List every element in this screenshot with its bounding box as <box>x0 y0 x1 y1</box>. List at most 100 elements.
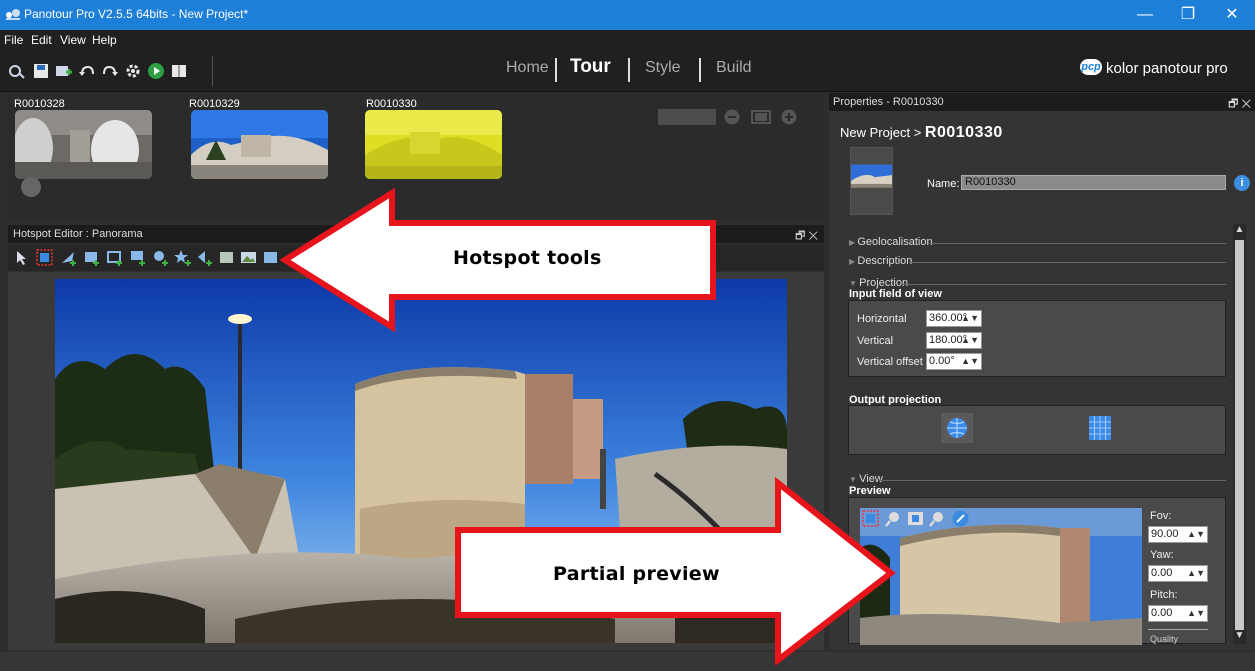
spherical-projection-icon[interactable] <box>941 413 973 443</box>
compass-icon[interactable] <box>952 510 969 527</box>
find-field[interactable] <box>658 109 716 125</box>
panel-controls[interactable]: 🗗 ✕ <box>1228 95 1251 114</box>
properties-scrollbar[interactable]: ▲ ▼ <box>1233 224 1246 644</box>
title-bar: Panotour Pro V2.5.5 64bits - New Project… <box>0 0 1255 30</box>
properties-header: Properties - R0010330 🗗 ✕ <box>829 93 1255 111</box>
image-tool-icon[interactable] <box>240 249 257 266</box>
brand-logo: pcp <box>1080 59 1102 75</box>
play-icon[interactable] <box>147 62 165 80</box>
image-hotspot-icon[interactable] <box>83 249 100 266</box>
close-button[interactable]: ✕ <box>1212 2 1252 28</box>
more-tool-icon[interactable] <box>262 249 279 266</box>
input-fov-box: Horizontal 360.00° ▲▼ Vertical 180.00° ▲▼ … <box>848 300 1226 377</box>
panel-controls[interactable]: 🗗 ✕ <box>795 227 818 246</box>
fov-value: 90.00 <box>1151 528 1179 540</box>
nav-tour[interactable]: Tour <box>570 56 611 78</box>
yaw-value: 0.00 <box>1151 567 1173 579</box>
input-fov-heading: Input field of view <box>849 288 942 300</box>
window-title: Panotour Pro V2.5.5 64bits - New Project… <box>24 7 249 21</box>
save-icon[interactable] <box>32 62 50 80</box>
hotspot-tools-callout-text: Hotspot tools <box>453 247 602 269</box>
section-divider <box>929 243 1226 244</box>
fov-stepper[interactable]: 90.00 ▲▼ <box>1148 526 1208 543</box>
panorama-thumbnail[interactable] <box>191 110 328 179</box>
panorama-label: R0010329 <box>189 98 240 110</box>
restore-button[interactable]: ❐ <box>1168 2 1208 28</box>
partial-preview-callout-text: Partial preview <box>553 563 720 585</box>
horizontal-stepper[interactable]: 360.00° ▲▼ <box>926 310 982 327</box>
select-tool-icon[interactable] <box>14 249 31 266</box>
scroll-down-icon[interactable]: ▼ <box>1234 630 1245 641</box>
stepper-arrows-icon[interactable]: ▲▼ <box>1187 606 1205 621</box>
zoom-out-icon[interactable] <box>724 109 740 125</box>
section-description[interactable]: ▶ Description <box>849 255 912 267</box>
nav-separator <box>555 58 557 82</box>
pitch-label: Pitch: <box>1150 589 1178 601</box>
section-divider <box>903 284 1226 285</box>
minimize-button[interactable]: — <box>1125 2 1165 28</box>
import-icon[interactable] <box>55 62 73 80</box>
scroll-up-icon[interactable]: ▲ <box>1234 224 1245 235</box>
fov-label: Fov: <box>1150 510 1172 522</box>
rectangle-tool-icon[interactable] <box>218 249 235 266</box>
text-hotspot-icon[interactable] <box>129 249 146 266</box>
collapse-arrow-icon: ▼ <box>849 279 860 288</box>
preview-zoom-out-icon[interactable] <box>929 510 946 527</box>
stepper-arrows-icon[interactable]: ▲▼ <box>1187 566 1205 581</box>
breadcrumb-parent[interactable]: New Project > <box>840 125 921 140</box>
app-window: Panotour Pro V2.5.5 64bits - New Project… <box>0 0 1255 671</box>
vertical-stepper[interactable]: 180.00° ▲▼ <box>926 332 982 349</box>
book-icon[interactable] <box>170 62 188 80</box>
menu-bar: File Edit View Help <box>0 30 1255 50</box>
menu-file[interactable]: File <box>4 33 23 47</box>
add-panorama-icon[interactable] <box>8 62 26 80</box>
polygon-hotspot-icon[interactable] <box>106 249 123 266</box>
nav-separator <box>699 58 701 82</box>
pitch-value: 0.00 <box>1151 607 1173 619</box>
panorama-thumbnail[interactable] <box>15 110 152 179</box>
stepper-arrows-icon[interactable]: ▲▼ <box>1187 527 1205 542</box>
properties-title: Properties - R0010330 <box>833 96 944 108</box>
panorama-label: R0010328 <box>14 98 65 110</box>
arrow-hotspot-icon[interactable] <box>196 249 213 266</box>
nav-build[interactable]: Build <box>716 59 752 77</box>
fit-icon[interactable] <box>748 109 774 125</box>
panorama-thumbnail-selected[interactable] <box>365 110 502 179</box>
nav-home[interactable]: Home <box>506 59 549 77</box>
flat-projection-icon[interactable] <box>1089 416 1111 440</box>
yaw-stepper[interactable]: 0.00 ▲▼ <box>1148 565 1208 582</box>
breadcrumb: New Project > R0010330 <box>840 124 1003 142</box>
hotspot-editor-title: Hotspot Editor : Panorama <box>13 228 143 240</box>
back-circle-button[interactable] <box>21 177 41 197</box>
info-icon[interactable]: i <box>1234 175 1250 191</box>
toolbar-separator <box>212 56 213 86</box>
preview-box: Fov: 90.00 ▲▼ Yaw: 0.00 ▲▼ Pitch: 0.00 ▲▼ Q… <box>848 497 1226 645</box>
menu-edit[interactable]: Edit <box>31 33 52 47</box>
breadcrumb-current: R0010330 <box>924 124 1003 141</box>
brand-text: kolor panotour pro <box>1106 60 1228 77</box>
stepper-arrows-icon[interactable]: ▲▼ <box>961 354 979 369</box>
slider-track[interactable] <box>1148 629 1208 630</box>
pitch-stepper[interactable]: 0.00 ▲▼ <box>1148 605 1208 622</box>
undo-icon[interactable] <box>78 62 96 80</box>
stepper-arrows-icon[interactable]: ▲▼ <box>961 311 979 326</box>
panorama-label: R0010330 <box>366 98 417 110</box>
name-field[interactable]: R0010330 <box>961 175 1226 190</box>
zoom-in-icon[interactable] <box>781 109 797 125</box>
point-hotspot-icon[interactable] <box>60 249 77 266</box>
menu-help[interactable]: Help <box>92 33 117 47</box>
nav-style[interactable]: Style <box>645 59 681 77</box>
marquee-tool-icon[interactable] <box>36 249 53 266</box>
menu-view[interactable]: View <box>60 33 86 47</box>
stepper-arrows-icon[interactable]: ▲▼ <box>961 333 979 348</box>
settings-gear-icon[interactable] <box>124 62 142 80</box>
quality-label: Quality <box>1150 634 1179 644</box>
zoom-hotspot-icon[interactable] <box>152 249 169 266</box>
redo-icon[interactable] <box>101 62 119 80</box>
star-hotspot-icon[interactable] <box>174 249 191 266</box>
vertical-offset-stepper[interactable]: 0.00° ▲▼ <box>926 353 982 370</box>
preview-frame-icon[interactable] <box>907 510 924 527</box>
scroll-thumb[interactable] <box>1235 240 1244 630</box>
partial-preview-image[interactable] <box>860 508 1142 645</box>
section-geolocalisation[interactable]: ▶ Geolocalisation <box>849 236 933 248</box>
